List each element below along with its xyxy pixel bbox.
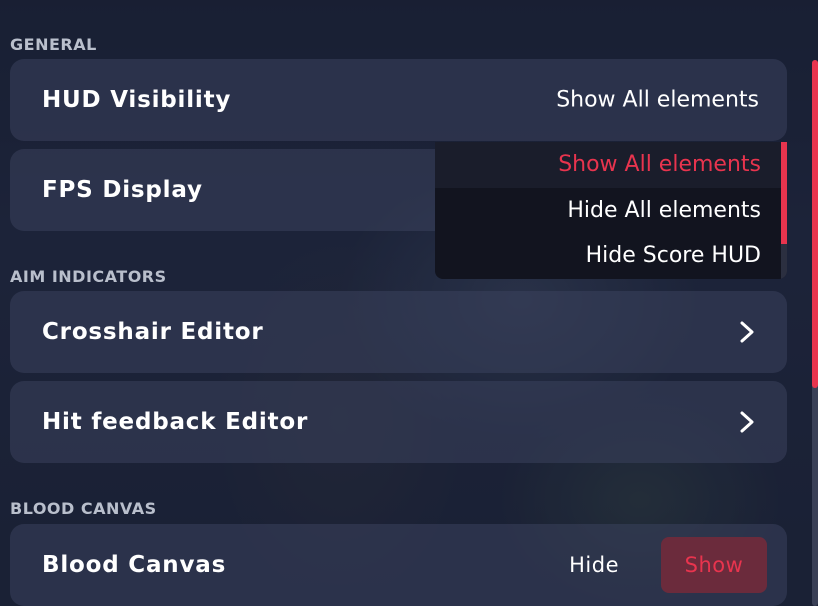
hud-visibility-label: HUD Visibility [42,87,232,113]
fps-display-label: FPS Display [42,177,203,203]
section-title-aim-indicators: AIM INDICATORS [10,267,167,286]
section-title-blood-canvas: BLOOD CANVAS [10,499,157,518]
hud-visibility-dropdown: Show All elements Hide All elements Hide… [435,142,787,279]
hit-feedback-editor-label: Hit feedback Editor [42,409,309,435]
blood-canvas-hide-option[interactable]: Hide [569,553,619,577]
blood-canvas-row: Blood Canvas Hide Show [10,524,787,606]
crosshair-editor-row[interactable]: Crosshair Editor [10,291,787,373]
section-title-general: GENERAL [10,35,97,54]
hit-feedback-editor-row[interactable]: Hit feedback Editor [10,381,787,463]
dropdown-option[interactable]: Hide Score HUD [435,233,787,279]
dropdown-option[interactable]: Hide All elements [435,188,787,234]
hud-visibility-value[interactable]: Show All elements [556,88,759,113]
chevron-right-icon [740,411,754,433]
dropdown-scroll-thumb[interactable] [781,142,787,244]
blood-canvas-label: Blood Canvas [42,552,227,578]
hud-visibility-row[interactable]: HUD Visibility Show All elements [10,59,787,141]
dropdown-option[interactable]: Show All elements [435,142,787,188]
chevron-right-icon [740,321,754,343]
crosshair-editor-label: Crosshair Editor [42,319,264,345]
hud-settings-panel: GENERAL HUD Visibility Show All elements… [0,0,818,606]
blood-canvas-show-option[interactable]: Show [661,537,767,593]
panel-scroll-thumb[interactable] [812,60,818,388]
